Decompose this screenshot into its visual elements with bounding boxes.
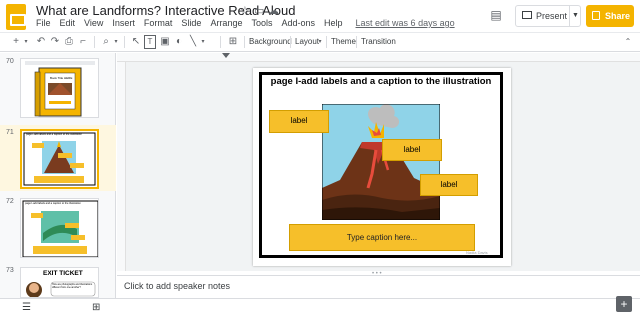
image-icon[interactable]: ▣ [159, 35, 171, 49]
folder-icon[interactable]: ▭ [254, 4, 264, 17]
thumbnail-exit-ticket-question: How are photographs and illustrations di… [52, 283, 93, 289]
menu-view[interactable]: View [84, 18, 103, 28]
cloud-icon: ☁ [268, 5, 279, 17]
slide-number: 73 [6, 267, 14, 274]
transition-button[interactable]: Transition [361, 35, 396, 49]
new-slide-chevron-icon[interactable]: ▾ [22, 35, 30, 49]
theme-button[interactable]: Theme [331, 35, 356, 49]
menu-insert[interactable]: Insert [112, 18, 135, 28]
slide-number: 70 [6, 58, 14, 65]
zoom-icon[interactable]: ⌕ [100, 35, 112, 49]
text-box-icon[interactable]: T [144, 35, 156, 49]
slide-title[interactable]: page I-add labels and a caption to the i… [259, 76, 503, 87]
label-textbox[interactable]: label [269, 110, 329, 133]
new-slide-icon[interactable]: + [10, 35, 22, 49]
grid-view-icon[interactable]: ⊞ [92, 302, 100, 313]
ruler-indent-marker[interactable] [222, 53, 230, 58]
horizontal-ruler [117, 53, 640, 62]
notes-resize-handle[interactable]: • • • [372, 271, 382, 277]
volcano-illustration[interactable] [322, 104, 440, 220]
toolbar-divider [290, 36, 291, 48]
vertical-ruler [117, 62, 126, 271]
list-view-icon[interactable]: ☰ [22, 302, 31, 313]
slides-logo[interactable] [6, 4, 26, 30]
volcano-thumbnail-image [22, 131, 97, 187]
thumbnail-exit-ticket-title: EXIT TICKET [43, 270, 83, 277]
background-button[interactable]: Background [249, 35, 292, 49]
shape-icon[interactable]: ◐ [173, 35, 185, 49]
slide-thumbnail-72[interactable]: page I-add labels and a caption to the i… [20, 198, 99, 258]
toolbar-divider [244, 36, 245, 48]
undo-icon[interactable]: ↶ [35, 35, 47, 49]
layout-chevron-icon[interactable]: ▾ [317, 35, 323, 49]
redo-icon[interactable]: ↷ [49, 35, 61, 49]
slide-number: 72 [6, 198, 14, 205]
thumbnail-slide-title: page I-add labels and a caption to the i… [26, 133, 82, 136]
thumbnail-slide-title: page I-add labels and a caption to the i… [25, 202, 81, 205]
menu-file[interactable]: File [36, 18, 51, 28]
menu-arrange[interactable]: Arrange [210, 18, 242, 28]
slide-thumbnail-73[interactable]: EXIT TICKET How are photographs and illu… [20, 267, 99, 298]
slide-credit: Nadia Davis [466, 250, 488, 255]
line-icon[interactable]: ╲ [187, 35, 199, 49]
comment-history-icon[interactable]: ▤ [486, 5, 506, 25]
slide-thumbnail-71[interactable]: page I-add labels and a caption to the i… [20, 129, 99, 189]
menu-format[interactable]: Format [144, 18, 173, 28]
paint-format-icon[interactable]: ⌐ [77, 35, 89, 49]
label-textbox[interactable]: label [382, 139, 442, 161]
menu-help[interactable]: Help [324, 18, 343, 28]
add-comment-icon[interactable]: ⊞ [226, 35, 240, 49]
select-cursor-icon[interactable]: ↖ [130, 35, 142, 49]
slide-number: 71 [6, 129, 14, 136]
toolbar-divider [220, 36, 221, 48]
toolbar-divider [356, 36, 357, 48]
line-chevron-icon[interactable]: ▾ [199, 35, 207, 49]
menu-slide[interactable]: Slide [181, 18, 201, 28]
star-icon[interactable]: ☆ [240, 4, 250, 17]
present-icon [522, 11, 532, 19]
print-icon[interactable]: ⎙ [63, 35, 75, 49]
speaker-notes-placeholder[interactable]: Click to add speaker notes [124, 281, 230, 291]
river-thumbnail-image [21, 199, 98, 257]
zoom-chevron-icon[interactable]: ▾ [112, 35, 120, 49]
toolbar-divider [326, 36, 327, 48]
collapse-toolbar-icon[interactable]: ⌃ [622, 35, 634, 49]
book-cover-thumbnail-image [21, 59, 98, 117]
toolbar-divider [124, 36, 125, 48]
label-textbox[interactable]: label [420, 174, 478, 196]
menu-addons[interactable]: Add-ons [281, 18, 315, 28]
slides-editor: What are Landforms? Interactive Read Alo… [0, 0, 640, 316]
last-edit-link[interactable]: Last edit was 6 days ago [356, 18, 455, 28]
menu-edit[interactable]: Edit [60, 18, 76, 28]
caption-textbox[interactable]: Type caption here... [289, 224, 475, 251]
menu-tools[interactable]: Tools [251, 18, 272, 28]
explore-icon[interactable]: + [616, 296, 632, 312]
present-options-chevron-icon[interactable]: ▼ [569, 5, 581, 27]
menu-bar: File Edit View Insert Format Slide Arran… [36, 18, 455, 28]
slide-thumbnail-70[interactable]: Book Title HERE [20, 58, 99, 118]
toolbar-divider [94, 36, 95, 48]
lock-icon [592, 11, 600, 20]
thumbnail-book-title: Book Title HERE [50, 76, 73, 80]
layout-button[interactable]: Layout [295, 35, 319, 49]
